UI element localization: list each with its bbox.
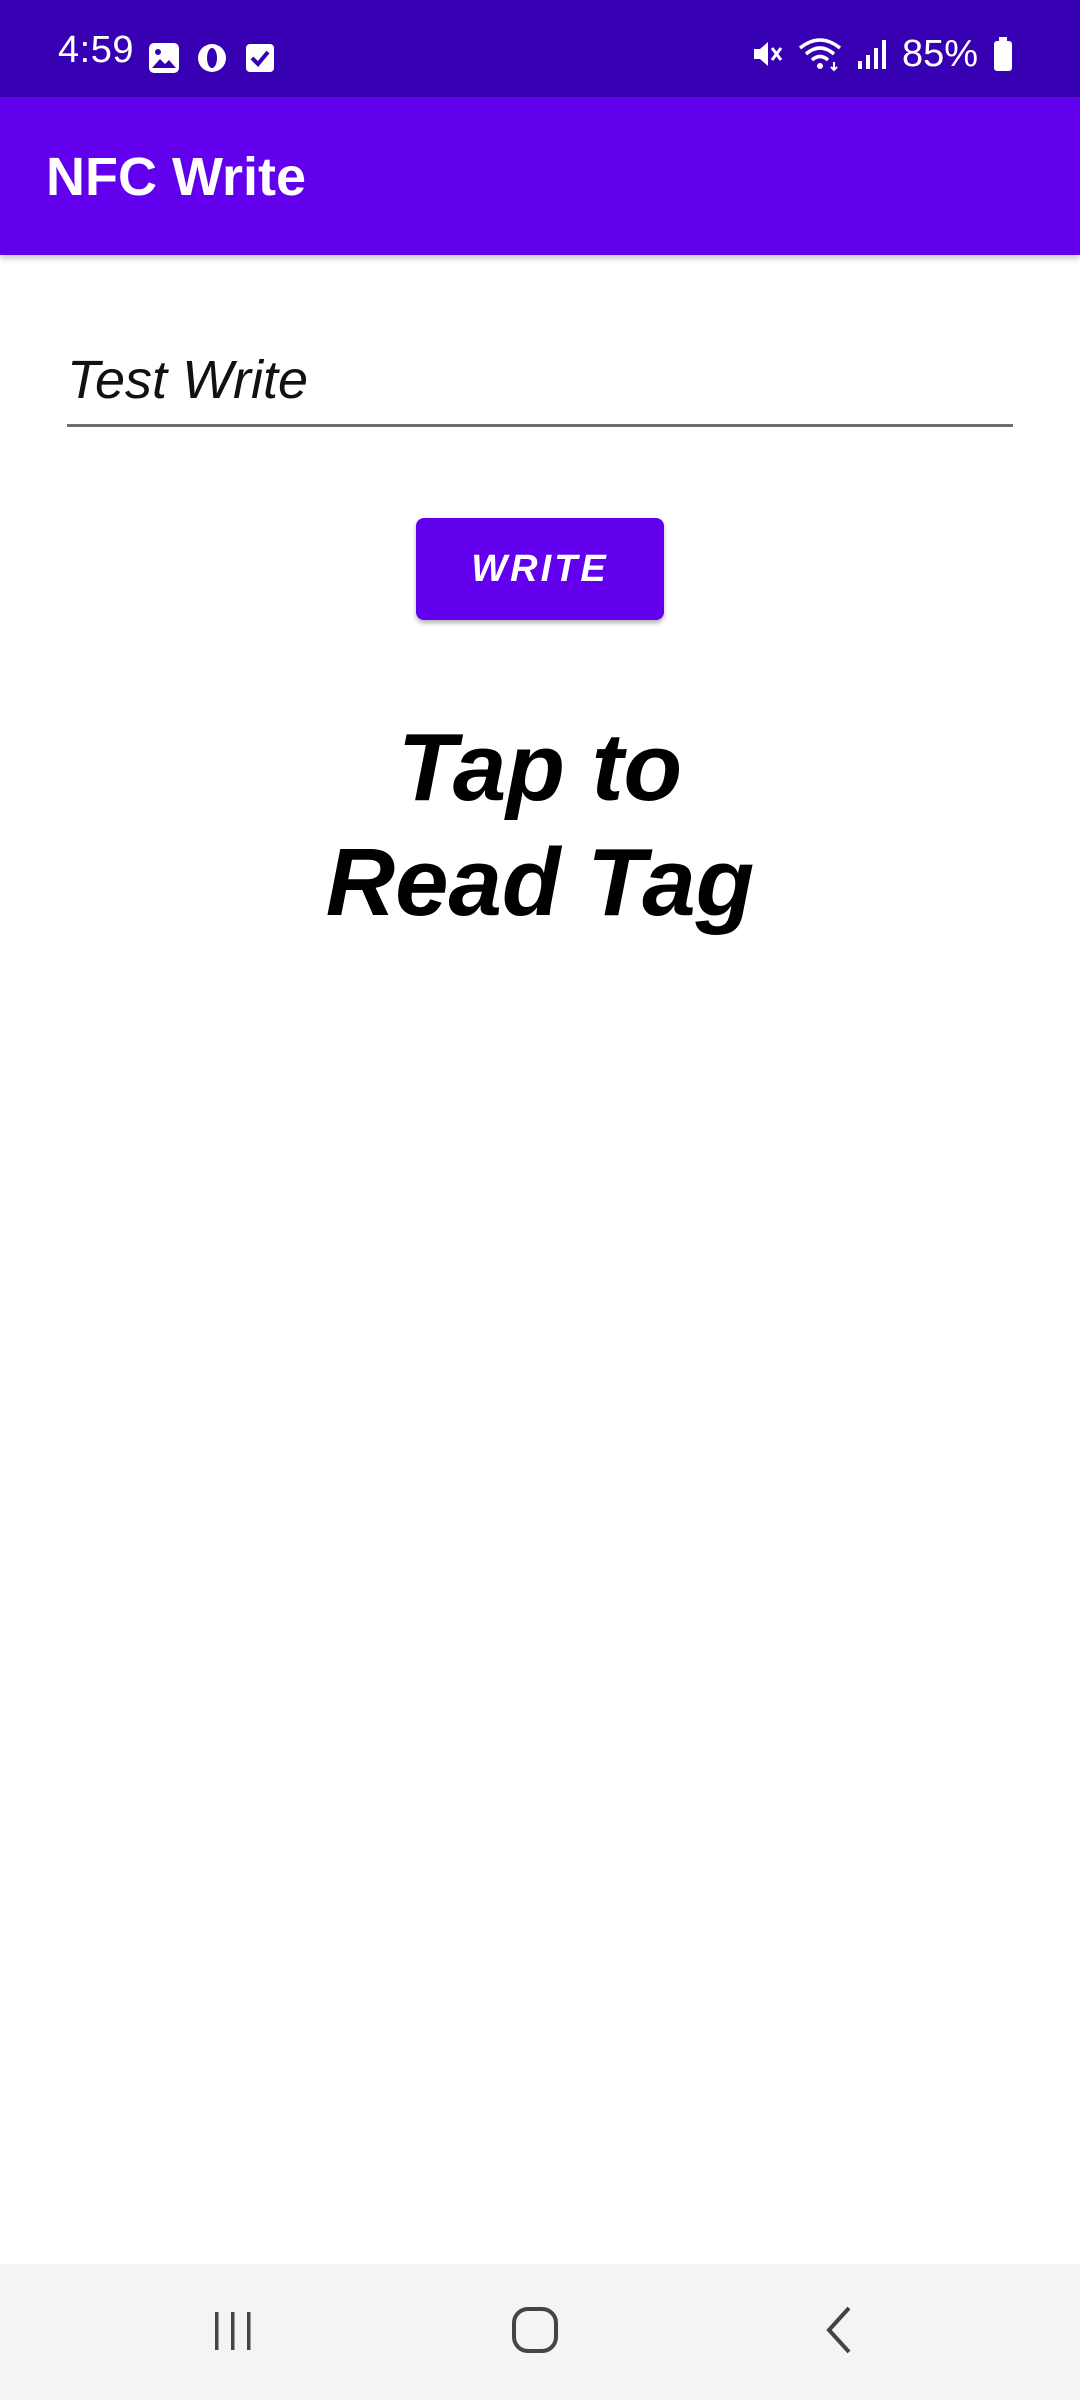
write-button[interactable]: WRITE <box>416 518 664 620</box>
battery-percent: 85% <box>901 33 978 75</box>
write-text-input[interactable] <box>67 340 1013 420</box>
recent-apps-button[interactable] <box>188 2292 278 2372</box>
status-time: 4:59 <box>58 29 134 71</box>
status-right-icons: 85% <box>748 34 1014 74</box>
checkbox-icon <box>244 42 276 74</box>
status-bar: 4:59 85% <box>0 0 1080 97</box>
battery-icon <box>992 36 1014 72</box>
signal-icon <box>856 37 888 71</box>
navigation-bar <box>0 2264 1080 2400</box>
read-text-line-1: Tap to <box>397 714 683 821</box>
text-input-container <box>67 340 1013 427</box>
back-icon <box>819 2304 859 2361</box>
recent-apps-icon <box>209 2306 257 2359</box>
app-title: NFC Write <box>46 147 307 207</box>
app-bar: NFC Write <box>0 97 1080 255</box>
home-button[interactable] <box>490 2292 580 2372</box>
image-icon <box>148 42 180 74</box>
home-icon <box>509 2304 561 2361</box>
read-text-line-2: Read Tag <box>325 829 755 936</box>
mute-icon <box>748 36 784 72</box>
wifi-icon <box>798 36 842 72</box>
read-tag-message: Tap to Read Tag <box>240 710 840 940</box>
status-left-icons <box>148 42 276 74</box>
back-button[interactable] <box>794 2292 884 2372</box>
opera-icon <box>196 42 228 74</box>
